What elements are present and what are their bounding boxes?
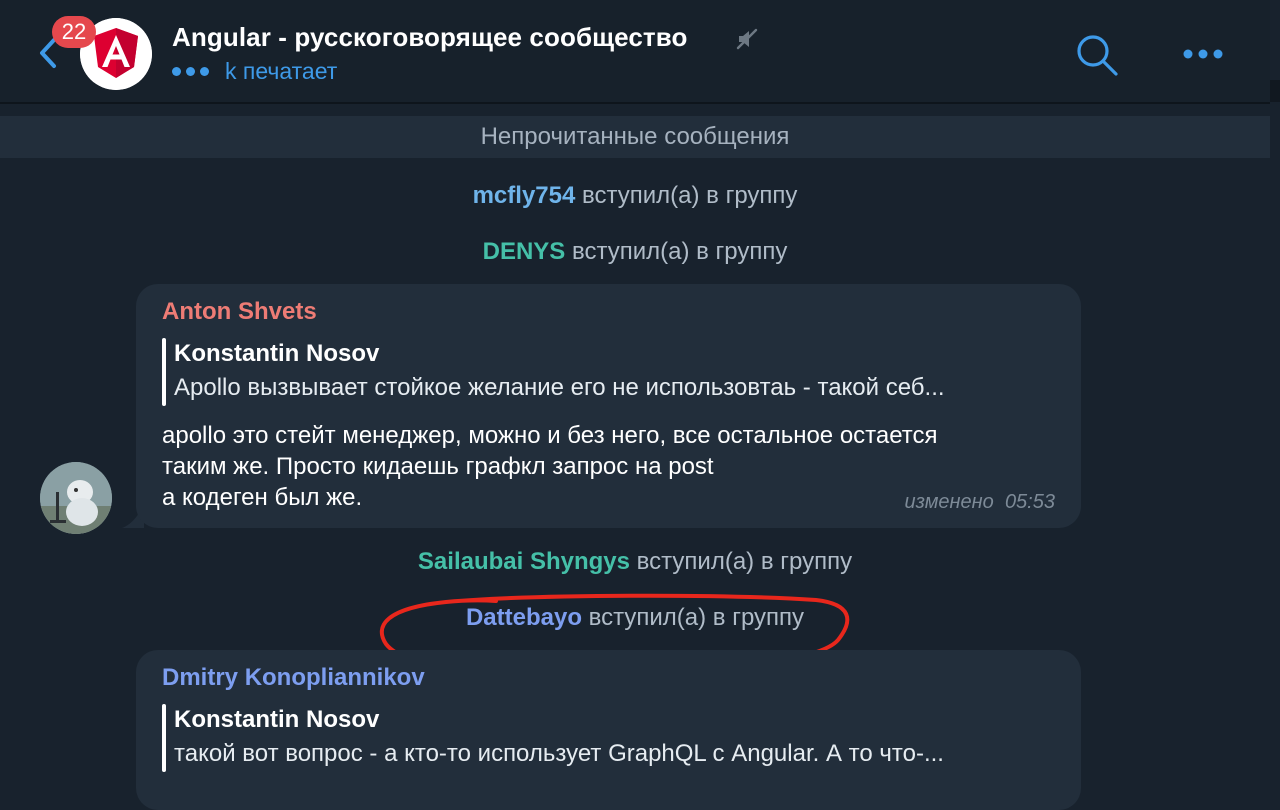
service-message: Sailaubai Shyngys вступил(а) в группу — [0, 548, 1270, 576]
search-icon[interactable] — [1074, 34, 1120, 76]
reply-author: Konstantin Nosov — [174, 340, 380, 367]
event-user-name[interactable]: Sailaubai Shyngys — [418, 548, 630, 575]
reply-text: Apollo вызвывает стойкое желание его не … — [174, 374, 945, 401]
mute-icon — [736, 28, 758, 50]
edited-label: изменено — [904, 491, 994, 513]
reply-text: такой вот вопрос - а кто-то использует G… — [174, 740, 944, 767]
unread-messages-divider: Непрочитанные сообщения — [0, 116, 1270, 158]
reply-author: Konstantin Nosov — [174, 706, 380, 733]
window-edge — [1270, 80, 1280, 102]
event-user-name[interactable]: mcfly754 — [473, 182, 576, 209]
more-icon[interactable] — [1182, 48, 1224, 60]
reply-quote[interactable]: Konstantin Nosov такой вот вопрос - а кт… — [162, 704, 1062, 772]
service-message: mcfly754 вступил(а) в группу — [0, 182, 1270, 210]
message-bubble[interactable]: Anton Shvets Konstantin Nosov Apollo выз… — [136, 284, 1081, 528]
typing-text: k печатает — [225, 58, 338, 84]
reply-quote[interactable]: Konstantin Nosov Apollo вызвывает стойко… — [162, 338, 1062, 406]
message-bubble[interactable]: Dmitry Konopliannikov Konstantin Nosov т… — [136, 650, 1081, 810]
message-meta: изменено 05:53 — [905, 491, 1055, 514]
service-message: DENYS вступил(а) в группу — [0, 238, 1270, 266]
chat-title[interactable]: Angular - русскоговорящее сообщество — [172, 22, 688, 53]
reply-bar — [162, 704, 166, 772]
user-avatar-image — [40, 462, 112, 534]
unread-count-badge: 22 — [52, 16, 96, 48]
event-text: вступил(а) в группу — [571, 238, 788, 265]
message-sender[interactable]: Anton Shvets — [162, 298, 317, 326]
message-time: 05:53 — [1004, 491, 1055, 513]
avatar[interactable] — [40, 462, 112, 534]
message-sender[interactable]: Dmitry Konopliannikov — [162, 664, 425, 692]
event-text: вступил(а) в группу — [636, 548, 853, 575]
event-user-name[interactable]: DENYS — [483, 238, 566, 265]
event-text: вступил(а) в группу — [582, 182, 798, 209]
reply-bar — [162, 338, 166, 406]
typing-dots-icon — [172, 67, 209, 76]
typing-status: k печатает — [172, 58, 337, 85]
chat-header: 22 Angular - русскоговорящее сообщество … — [0, 0, 1270, 104]
